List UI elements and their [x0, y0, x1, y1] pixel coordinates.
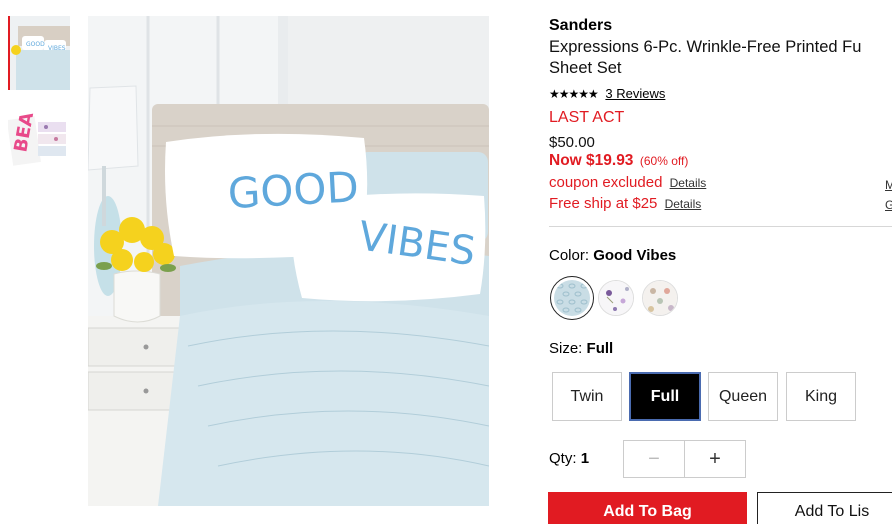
bedroom-scene: GOOD VIBES	[88, 16, 489, 506]
shipping-details-link[interactable]: Details	[665, 197, 702, 211]
swatch-dots[interactable]	[642, 280, 678, 316]
color-label: Color: Good Vibes	[549, 247, 676, 264]
product-main-image[interactable]: GOOD VIBES	[88, 16, 489, 506]
divider	[549, 226, 892, 227]
original-price: $50.00	[549, 134, 595, 151]
percent-off: (60% off)	[639, 154, 689, 168]
add-to-list-button[interactable]: Add To Lis	[757, 492, 892, 524]
edge-link-2[interactable]: G	[885, 198, 892, 212]
quantity-increase-button[interactable]: +	[685, 441, 745, 477]
last-act-badge: LAST ACT	[549, 109, 625, 126]
sale-price: Now $19.93	[549, 152, 634, 169]
rating-row: ★★★★★ 3 Reviews	[549, 86, 665, 101]
svg-text:VIBES: VIBES	[48, 45, 66, 52]
thumbnail-beach[interactable]: BEA	[8, 112, 70, 186]
shipping-text: Free ship at $25	[549, 195, 658, 212]
size-selected-value: Full	[586, 340, 614, 357]
size-label: Size: Full	[549, 340, 613, 357]
star-rating-icon: ★★★★★	[549, 87, 599, 101]
quantity-stepper: − +	[623, 440, 746, 478]
product-title: Expressions 6-Pc. Wrinkle-Free Printed F…	[549, 37, 892, 79]
quantity-label: Qty: 1	[549, 450, 589, 467]
size-option-queen[interactable]: Queen	[708, 372, 778, 421]
color-label-text: Color:	[549, 247, 590, 264]
edge-link-1[interactable]: M	[885, 178, 892, 192]
thumbnail-image-1: GOOD VIBES	[10, 16, 70, 90]
size-label-text: Size:	[549, 340, 583, 357]
add-to-bag-button[interactable]: Add To Bag	[548, 492, 747, 524]
sale-price-row: Now $19.93 (60% off)	[549, 152, 688, 170]
color-selected-value: Good Vibes	[593, 247, 677, 264]
reviews-link[interactable]: 3 Reviews	[605, 86, 665, 101]
quantity-label-text: Qty:	[549, 450, 577, 467]
size-option-full[interactable]: Full	[629, 372, 701, 421]
coupon-row: coupon excluded Details	[549, 174, 706, 191]
thumbnail-image-2: BEA	[8, 112, 70, 186]
swatch-floral[interactable]	[598, 280, 634, 316]
swatch-pattern-good-vibes	[554, 280, 590, 316]
coupon-details-link[interactable]: Details	[670, 176, 707, 190]
product-title-line2: Sheet Set	[549, 59, 622, 77]
quantity-value: 1	[580, 450, 590, 467]
size-option-twin[interactable]: Twin	[552, 372, 622, 421]
pillow-text-good: GOOD	[227, 162, 360, 218]
shipping-row: Free ship at $25 Details	[549, 195, 701, 212]
svg-text:GOOD: GOOD	[26, 41, 45, 48]
swatch-pattern-floral	[599, 281, 633, 315]
product-brand[interactable]: Sanders	[549, 17, 612, 35]
size-option-king[interactable]: King	[786, 372, 856, 421]
thumbnail-good-vibes[interactable]: GOOD VIBES	[8, 16, 70, 90]
quantity-decrease-button[interactable]: −	[624, 441, 685, 477]
product-title-line1: Expressions 6-Pc. Wrinkle-Free Printed F…	[549, 38, 862, 56]
swatch-good-vibes[interactable]	[554, 280, 590, 316]
swatch-pattern-dots	[643, 281, 677, 315]
coupon-text: coupon excluded	[549, 174, 663, 191]
